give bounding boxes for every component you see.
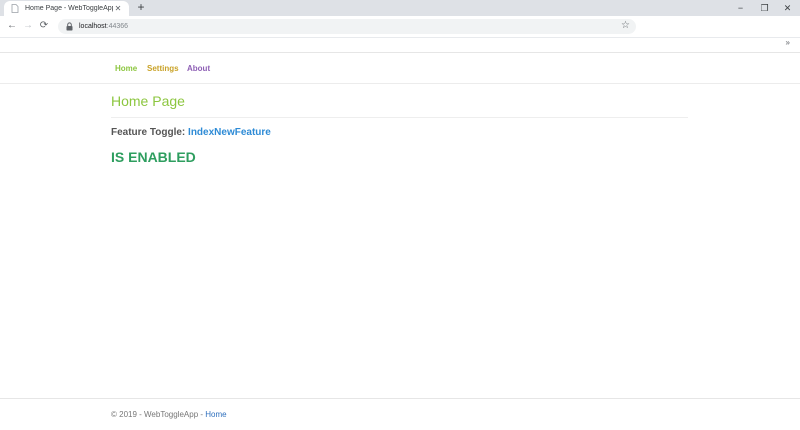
page-title: Home Page: [111, 93, 185, 109]
window-close-button[interactable]: ✕: [775, 0, 800, 16]
nav-about-link[interactable]: About: [187, 64, 210, 73]
divider: [111, 117, 688, 118]
tab-close-icon[interactable]: ✕: [113, 4, 123, 13]
address-bar[interactable]: localhost:44366 ☆: [58, 19, 636, 34]
url-port: :44366: [106, 23, 129, 30]
feature-status: IS ENABLED: [111, 149, 196, 165]
tab-title: Home Page - WebToggleApp: [25, 5, 113, 12]
feature-toggle-line: Feature Toggle: IndexNewFeature: [111, 127, 271, 138]
forward-icon[interactable]: →: [21, 19, 35, 33]
feature-name: IndexNewFeature: [188, 127, 271, 138]
minimize-button[interactable]: −: [728, 0, 753, 16]
restore-button[interactable]: ❐: [752, 0, 777, 16]
new-tab-button[interactable]: +: [134, 1, 148, 15]
bookmarks-bar: »: [0, 38, 800, 53]
bookmark-star-icon[interactable]: ☆: [621, 20, 630, 31]
url-host: localhost: [79, 23, 107, 30]
site-navbar: Home Settings About: [0, 53, 800, 84]
nav-settings-link[interactable]: Settings: [147, 64, 179, 73]
footer-text: © 2019 - WebToggleApp - Home: [111, 410, 227, 419]
reload-icon[interactable]: ⟳: [37, 19, 51, 33]
page-icon: [10, 4, 19, 13]
footer-copyright: © 2019 - WebToggleApp -: [111, 410, 206, 419]
nav-home-link[interactable]: Home: [115, 64, 137, 73]
lock-icon: [66, 22, 74, 31]
browser-toolbar: ← → ⟳ localhost:44366 ☆: [0, 16, 800, 38]
tab-strip: Home Page - WebToggleApp ✕ + − ❐ ✕: [0, 0, 800, 16]
footer: © 2019 - WebToggleApp - Home: [0, 398, 800, 430]
feature-toggle-label: Feature Toggle:: [111, 127, 186, 138]
back-icon[interactable]: ←: [5, 19, 19, 33]
footer-home-link[interactable]: Home: [205, 410, 226, 419]
bookmarks-overflow-icon[interactable]: »: [786, 38, 790, 47]
url-text: localhost:44366: [79, 23, 128, 30]
browser-tab[interactable]: Home Page - WebToggleApp ✕: [4, 1, 129, 16]
